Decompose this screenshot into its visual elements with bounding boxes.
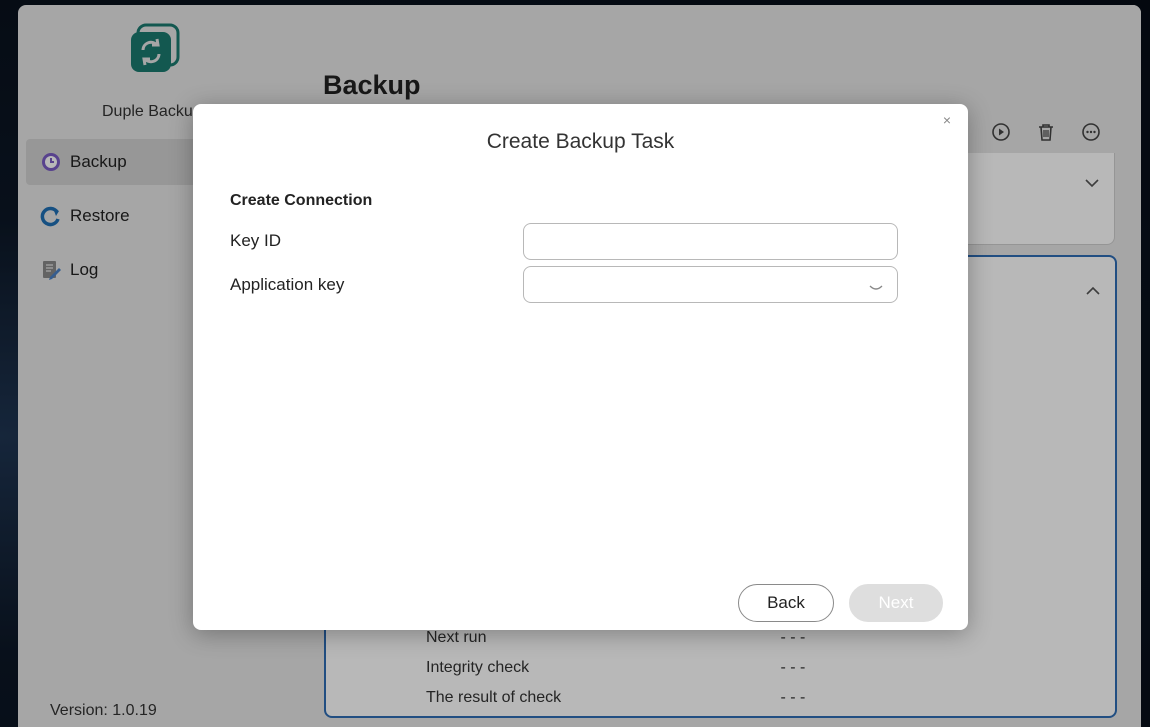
key-id-label: Key ID [230, 231, 282, 250]
dialog-title: Create Backup Task [486, 130, 675, 153]
key-id-input[interactable] [523, 223, 898, 260]
section-title: Create Connection [230, 192, 373, 209]
back-button[interactable]: Back [738, 584, 834, 622]
application-key-input[interactable] [523, 266, 898, 303]
close-icon[interactable]: × [943, 112, 951, 128]
create-backup-task-dialog: × Create Backup Task Create Connection K… [193, 104, 968, 630]
application-key-label: Application key [230, 275, 345, 294]
eye-closed-icon[interactable] [869, 281, 883, 295]
next-button[interactable]: Next [849, 584, 943, 622]
